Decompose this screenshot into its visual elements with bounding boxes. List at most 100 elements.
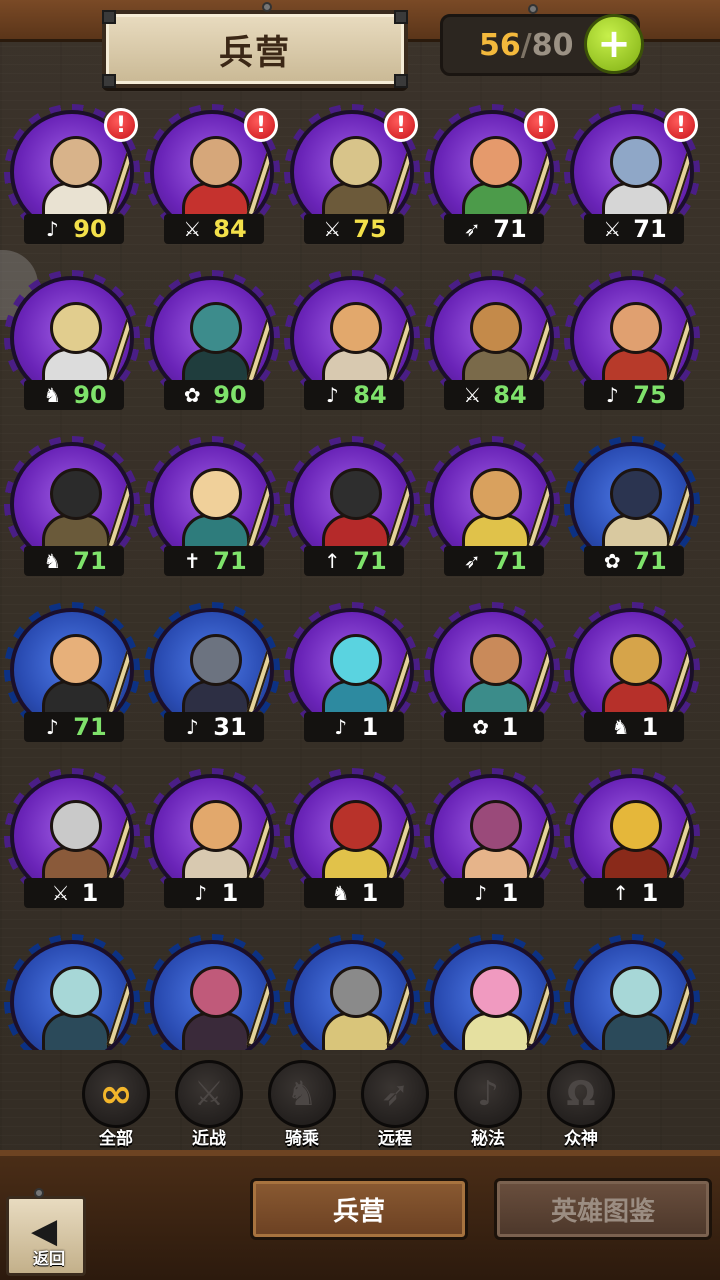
hero-head: [610, 136, 662, 188]
unit-level: 84: [213, 215, 247, 243]
unit-card-red-haired-sun-mage[interactable]: ♪ 75: [564, 270, 700, 422]
class-mounted-icon: ♞: [43, 549, 62, 573]
unit-medal-frame: [290, 940, 414, 1050]
unit-card-elf-cleric-girl[interactable]: ✝ 71: [144, 436, 280, 588]
unit-card-monkey-king-warrior[interactable]: ⚔ 84!: [144, 104, 280, 256]
class-melee-icon: ⚔: [183, 217, 202, 241]
unit-card-unicorn-horn-girl[interactable]: [426, 936, 558, 1050]
masked-ninja-sword-portrait: [316, 460, 410, 558]
pharaoh-priest-2-portrait: [176, 792, 270, 890]
hero-head: [330, 136, 382, 188]
unit-card-golden-helm-bird[interactable]: ↑ 1: [564, 768, 700, 920]
unit-card-dwarf-gold-warrior[interactable]: ⚔ 84: [424, 270, 560, 422]
unit-level-tag: ⚔ 1: [24, 878, 124, 908]
filter-label: 众神: [564, 1129, 598, 1149]
horned-dark-knight-portrait: [596, 460, 690, 558]
class-magic-icon: ♪: [194, 881, 208, 905]
page-title: 兵营: [219, 32, 291, 73]
unit-card-armored-cavalier[interactable]: [286, 936, 418, 1050]
hero-head: [50, 634, 102, 686]
unit-card-gold-armored-knight-horse[interactable]: ♞ 90: [4, 270, 140, 422]
pharaoh-priest-portrait: [316, 294, 410, 392]
unit-card-antlered-forest-druid[interactable]: ✿ 1: [424, 602, 560, 754]
sign-corner-bracket: [394, 74, 408, 88]
unit-card-golden-amazon-archer[interactable]: ➶ 71: [424, 436, 560, 588]
hero-weapon: [246, 128, 270, 218]
hero-weapon: [386, 128, 410, 218]
tab-hero-codex[interactable]: 英雄图鉴: [494, 1178, 712, 1240]
filter-gods[interactable]: Ω 众神: [545, 1060, 617, 1150]
hero-head: [330, 800, 382, 852]
filter-melee[interactable]: ⚔ 近战: [173, 1060, 245, 1150]
unit-card-black-knight-horse[interactable]: ♞ 71: [4, 436, 140, 588]
unit-card-hooded-rogue-girl[interactable]: ♪ 1: [424, 768, 560, 920]
unit-card-spartan-lion-rider[interactable]: ♞ 1: [564, 602, 700, 754]
unit-card-ghost-wisp-girl[interactable]: ♪ 1: [284, 602, 420, 754]
unit-level: 71: [73, 713, 107, 741]
back-button[interactable]: ◀ 返回: [6, 1196, 86, 1276]
unit-card-masked-ninja-sword[interactable]: ↑ 71: [284, 436, 420, 588]
hooded-rogue-girl-portrait: [456, 792, 550, 890]
unit-card-wolf-sorcerer[interactable]: ♪ 31: [146, 604, 278, 754]
unit-card-gold-helmet-soldier[interactable]: ⚔ 75!: [284, 104, 420, 256]
unit-card-egyptian-priestess[interactable]: ♪ 71: [6, 604, 138, 754]
unit-portrait: [570, 940, 694, 1050]
hero-head: [50, 800, 102, 852]
unit-level: 75: [353, 215, 387, 243]
hero-weapon: [666, 294, 690, 384]
unit-level: 1: [501, 879, 519, 907]
unit-level: 1: [501, 713, 519, 741]
unit-level: 71: [633, 547, 667, 575]
unit-medal-frame: [430, 940, 554, 1050]
hero-weapon: [106, 128, 130, 218]
filter-ranged[interactable]: ➶ 远程: [359, 1060, 431, 1150]
unit-level: 84: [493, 381, 527, 409]
unit-level-tag: ♪ 84: [304, 380, 404, 410]
unit-level: 1: [641, 879, 659, 907]
unit-level-tag: ♪ 75: [584, 380, 684, 410]
unit-level-tag: ♪ 1: [444, 878, 544, 908]
hero-weapon: [106, 792, 130, 882]
unit-level-tag: ✝ 71: [164, 546, 264, 576]
unit-card-antlered-druid-rider[interactable]: ✿ 90: [144, 270, 280, 422]
class-ranged-icon: ➶: [463, 549, 481, 573]
class-divine-icon: ✿: [183, 383, 201, 407]
unit-card-viking-axe-warrior[interactable]: ⚔ 1: [4, 768, 140, 920]
filter-all[interactable]: ∞ 全部: [80, 1060, 152, 1150]
class-support-icon: ✝: [183, 549, 201, 573]
hero-weapon: [106, 958, 130, 1048]
hero-weapon: [246, 626, 270, 716]
unit-card-elf-hooded-archer[interactable]: [6, 936, 138, 1050]
unit-medal-frame: [150, 940, 274, 1050]
unit-card-horned-dark-knight[interactable]: ✿ 71: [566, 438, 698, 588]
wolf-sorcerer-portrait: [176, 626, 270, 724]
filter-label: 远程: [378, 1129, 412, 1149]
hero-head: [610, 966, 662, 1018]
unit-card-cyclops-blue-brute[interactable]: ⚔ 71!: [564, 104, 700, 256]
elf-hooded-archer-2-portrait: [596, 958, 690, 1050]
unit-grid: ♪ 90! ⚔ 84! ⚔ 75! ➶ 71! ⚔ 71! ♞ 90 ✿ 90 ♪ 84 ⚔ 84 ♪ 75 ♞ 71 ✝ 7…: [0, 100, 720, 1050]
class-dagger-icon: ↑: [323, 549, 341, 573]
unit-card-pink-haired-witch[interactable]: [146, 936, 278, 1050]
unit-card-pharaoh-priest-2[interactable]: ♪ 1: [144, 768, 280, 920]
unit-level: 84: [353, 381, 387, 409]
hero-weapon: [106, 460, 130, 550]
unit-card-pharaoh-priest[interactable]: ♪ 84: [284, 270, 420, 422]
add-capacity-button[interactable]: +: [584, 14, 644, 74]
filter-magic[interactable]: ♪ 秘法: [452, 1060, 524, 1150]
unit-level: 1: [361, 713, 379, 741]
unit-card-elf-hooded-archer-2[interactable]: [566, 936, 698, 1050]
unit-card-crowned-king-rider[interactable]: ♞ 1: [284, 768, 420, 920]
tab-barracks[interactable]: 兵营: [250, 1178, 468, 1240]
plus-icon: +: [597, 21, 631, 67]
viking-axe-warrior-portrait: [36, 792, 130, 890]
unit-card-white-bearded-bishop[interactable]: ♪ 90!: [4, 104, 140, 256]
filter-mounted[interactable]: ♞ 骑乘: [266, 1060, 338, 1150]
hero-weapon: [526, 460, 550, 550]
golden-helm-bird-portrait: [596, 792, 690, 890]
unit-level-tag: ♪ 90: [24, 214, 124, 244]
filter-label: 全部: [99, 1129, 133, 1149]
white-bearded-bishop-portrait: [36, 128, 130, 226]
elf-archer-girl-portrait: [456, 128, 550, 226]
unit-card-elf-archer-girl[interactable]: ➶ 71!: [424, 104, 560, 256]
